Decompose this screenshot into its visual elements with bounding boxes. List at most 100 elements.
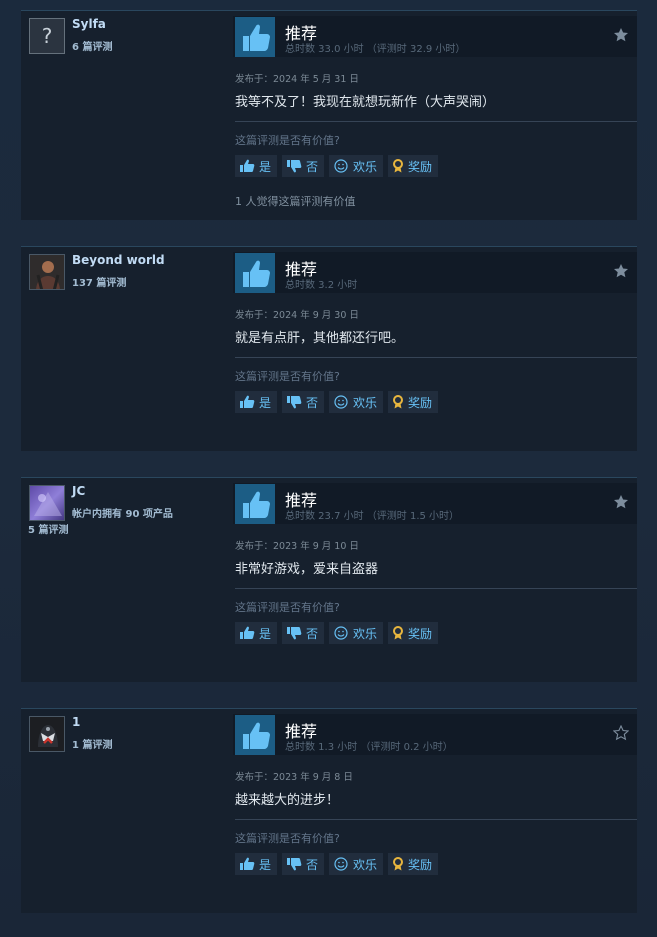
award-icon <box>393 857 404 871</box>
divider <box>235 357 637 358</box>
playtime: 总时数 33.0 小时 （评测时 32.9 小时） <box>285 44 466 55</box>
avatar[interactable]: ? <box>29 18 65 54</box>
vote-yes-button[interactable]: 是 <box>235 622 278 644</box>
vote-buttons: 是 否 欢乐 奖励 <box>235 622 439 644</box>
vote-funny-button[interactable]: 欢乐 <box>329 622 384 644</box>
review-count[interactable]: 1 篇评测 <box>72 736 112 751</box>
vote-no-button[interactable]: 否 <box>282 853 325 875</box>
vote-yes-button[interactable]: 是 <box>235 391 278 413</box>
thumbs-up-icon <box>235 253 275 293</box>
smiley-icon <box>334 626 348 640</box>
award-label: 奖励 <box>408 626 433 641</box>
recommendation-bar: 推荐 总时数 23.7 小时 （评测时 1.5 小时） <box>233 483 637 524</box>
award-label: 奖励 <box>408 395 433 410</box>
vote-no-label: 否 <box>306 159 319 174</box>
vote-no-label: 否 <box>306 626 319 641</box>
thumbs-down-icon <box>287 160 302 173</box>
vote-no-button[interactable]: 否 <box>282 622 325 644</box>
vote-yes-label: 是 <box>259 857 272 872</box>
posted-date: 发布于：2023 年 9 月 8 日 <box>235 772 353 783</box>
award-button[interactable]: 奖励 <box>388 391 439 413</box>
star-icon[interactable] <box>613 27 629 43</box>
review-count[interactable]: 6 篇评测 <box>72 38 112 53</box>
smiley-icon <box>334 857 348 871</box>
vote-funny-label: 欢乐 <box>353 395 378 410</box>
playtime: 总时数 1.3 小时 （评测时 0.2 小时） <box>285 742 453 753</box>
vote-buttons: 是 否 欢乐 奖励 <box>235 155 439 177</box>
review-card: Beyond world 137 篇评测 推荐 总时数 3.2 小时 发布于：2… <box>21 246 637 451</box>
award-icon <box>393 159 404 173</box>
divider <box>235 588 637 589</box>
helpful-question: 这篇评测是否有价值? <box>235 601 340 614</box>
avatar[interactable] <box>29 716 65 752</box>
review-text: 我等不及了！我现在就想玩新作（大声哭闹） <box>235 95 496 110</box>
helpful-question: 这篇评测是否有价值? <box>235 832 340 845</box>
helpful-question: 这篇评测是否有价值? <box>235 370 340 383</box>
smiley-icon <box>334 159 348 173</box>
vote-buttons: 是 否 欢乐 奖励 <box>235 853 439 875</box>
vote-funny-button[interactable]: 欢乐 <box>329 853 384 875</box>
username[interactable]: Sylfa <box>72 17 106 31</box>
award-label: 奖励 <box>408 159 433 174</box>
review-count[interactable]: 5 篇评测 <box>28 521 68 536</box>
award-button[interactable]: 奖励 <box>388 853 439 875</box>
star-outline-icon[interactable] <box>612 724 630 741</box>
thumbs-up-icon <box>240 626 255 639</box>
posted-date: 发布于：2024 年 5 月 31 日 <box>235 74 359 85</box>
vote-no-label: 否 <box>306 857 319 872</box>
playtime: 总时数 3.2 小时 <box>285 280 358 291</box>
thumbs-up-icon <box>235 715 275 755</box>
review-count[interactable]: 137 篇评测 <box>72 274 126 289</box>
thumbs-up-icon <box>240 159 255 172</box>
username[interactable]: 1 <box>72 715 80 729</box>
products-owned[interactable]: 帐户内拥有 90 项产品 <box>72 505 173 520</box>
posted-date: 发布于：2023 年 9 月 10 日 <box>235 541 359 552</box>
review-card: ? Sylfa 6 篇评测 推荐 总时数 33.0 小时 （评测时 32.9 小… <box>21 10 637 220</box>
recommendation-bar: 推荐 总时数 1.3 小时 （评测时 0.2 小时） <box>233 714 637 755</box>
award-button[interactable]: 奖励 <box>388 155 439 177</box>
star-icon[interactable] <box>613 494 629 510</box>
avatar[interactable] <box>29 485 65 521</box>
vote-yes-button[interactable]: 是 <box>235 853 278 875</box>
recommendation-bar: 推荐 总时数 33.0 小时 （评测时 32.9 小时） <box>233 16 637 57</box>
vote-buttons: 是 否 欢乐 奖励 <box>235 391 439 413</box>
username[interactable]: JC <box>72 484 85 498</box>
vote-no-button[interactable]: 否 <box>282 391 325 413</box>
vote-funny-label: 欢乐 <box>353 626 378 641</box>
divider <box>235 819 637 820</box>
vote-no-button[interactable]: 否 <box>282 155 325 177</box>
review-text: 非常好游戏，爱来自盗器 <box>235 562 379 577</box>
award-button[interactable]: 奖励 <box>388 622 439 644</box>
review-text: 越来越大的进步！ <box>235 793 340 808</box>
thumbs-up-icon <box>235 17 275 57</box>
vote-funny-button[interactable]: 欢乐 <box>329 391 384 413</box>
posted-date: 发布于：2024 年 9 月 30 日 <box>235 310 359 321</box>
vote-funny-button[interactable]: 欢乐 <box>329 155 384 177</box>
vote-no-label: 否 <box>306 395 319 410</box>
vote-funny-label: 欢乐 <box>353 159 378 174</box>
vote-funny-label: 欢乐 <box>353 857 378 872</box>
award-icon <box>393 395 404 409</box>
review-text: 就是有点肝，其他都还行吧。 <box>235 331 405 346</box>
award-label: 奖励 <box>408 857 433 872</box>
divider <box>235 121 637 122</box>
review-card: 1 1 篇评测 推荐 总时数 1.3 小时 （评测时 0.2 小时） 发布于：2… <box>21 708 637 913</box>
smiley-icon <box>334 395 348 409</box>
playtime: 总时数 23.7 小时 （评测时 1.5 小时） <box>285 511 460 522</box>
username[interactable]: Beyond world <box>72 253 165 267</box>
review-card: JC 帐户内拥有 90 项产品 5 篇评测 推荐 总时数 23.7 小时 （评测… <box>21 477 637 682</box>
vote-yes-label: 是 <box>259 159 272 174</box>
recommendation-bar: 推荐 总时数 3.2 小时 <box>233 252 637 293</box>
avatar[interactable] <box>29 254 65 290</box>
thumbs-up-icon <box>240 857 255 870</box>
thumbs-down-icon <box>287 858 302 871</box>
thumbs-down-icon <box>287 627 302 640</box>
found-helpful: 1 人觉得这篇评测有价值 <box>235 195 356 208</box>
vote-yes-button[interactable]: 是 <box>235 155 278 177</box>
vote-yes-label: 是 <box>259 395 272 410</box>
vote-yes-label: 是 <box>259 626 272 641</box>
star-icon[interactable] <box>613 263 629 279</box>
helpful-question: 这篇评测是否有价值? <box>235 134 340 147</box>
thumbs-up-icon <box>240 395 255 408</box>
award-icon <box>393 626 404 640</box>
